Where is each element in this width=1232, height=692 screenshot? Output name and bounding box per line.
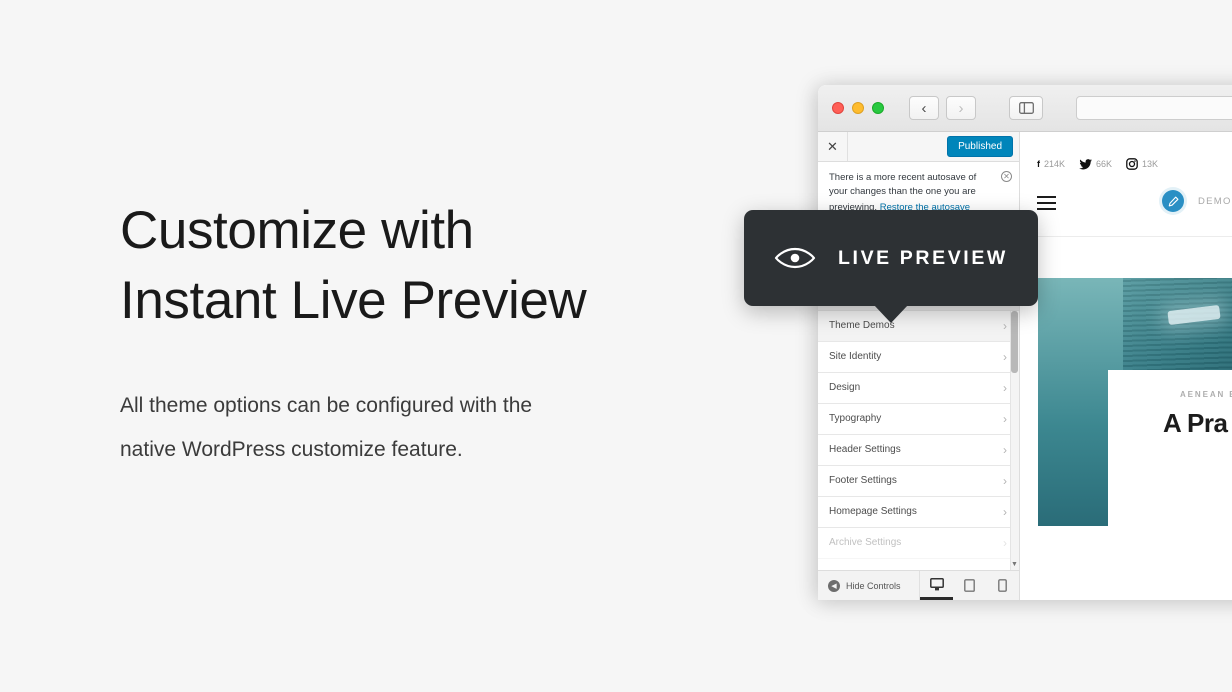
facebook-count: 214K — [1044, 159, 1066, 169]
scroll-down-icon[interactable]: ▼ — [1010, 561, 1019, 568]
instagram-icon — [1126, 158, 1138, 170]
page-subtitle: All theme options can be configured with… — [120, 394, 533, 461]
chevron-right-icon: › — [1003, 442, 1007, 457]
menu-item-homepage-settings[interactable]: Homepage Settings › — [818, 496, 1019, 528]
hero-lamp-shape — [1167, 304, 1221, 325]
menu-item-label: Homepage Settings — [829, 506, 917, 517]
site-preview-pane: f 214K 66K 13K DEMO AENEAN A Pra — [1020, 132, 1232, 600]
instagram-count: 13K — [1142, 159, 1159, 169]
forward-button[interactable]: › — [946, 96, 976, 120]
device-preview-group — [920, 571, 1019, 600]
menu-item-typography[interactable]: Typography › — [818, 403, 1019, 435]
device-tablet-button[interactable] — [953, 571, 986, 600]
menu-item-theme-demos[interactable]: Theme Demos › — [818, 310, 1019, 342]
menu-item-label: Header Settings — [829, 444, 901, 455]
social-links-row: f 214K 66K 13K — [1020, 132, 1232, 170]
tablet-icon — [964, 579, 975, 592]
menu-item-label: Footer Settings — [829, 475, 897, 486]
demo-label: DEMO — [1198, 196, 1232, 207]
chevron-right-icon: › — [1003, 535, 1007, 550]
menu-item-footer-settings[interactable]: Footer Settings › — [818, 465, 1019, 497]
page-title: Customize with Instant Live Preview — [120, 201, 587, 330]
article-title: A Pra — [1163, 408, 1228, 438]
chevron-right-icon: › — [1003, 504, 1007, 519]
mobile-icon — [998, 579, 1007, 592]
social-link-twitter[interactable]: 66K — [1079, 158, 1113, 170]
menu-item-label: Design — [829, 382, 861, 393]
hamburger-menu-icon[interactable] — [1037, 196, 1056, 214]
chevron-right-icon: › — [1003, 318, 1007, 333]
sidebar-toggle-icon[interactable] — [1009, 96, 1043, 120]
minimize-window-button[interactable] — [852, 102, 864, 114]
desktop-icon — [929, 577, 944, 590]
customizer-header: ✕ Published — [818, 132, 1019, 162]
live-preview-label: LIVE PREVIEW — [838, 246, 1008, 269]
menu-item-label: Typography — [829, 413, 882, 424]
twitter-count: 66K — [1096, 159, 1113, 169]
customizer-menu: Theme Demos › Site Identity › Design › T… — [818, 310, 1019, 570]
social-link-facebook[interactable]: f 214K — [1037, 159, 1065, 169]
navigation-buttons: ‹ › — [909, 96, 976, 120]
pencil-glyph — [1168, 196, 1178, 206]
close-customizer-icon[interactable]: ✕ — [818, 132, 848, 161]
site-navigation-row: DEMO — [1020, 170, 1232, 214]
address-bar[interactable] — [1076, 96, 1232, 120]
chevron-right-icon: › — [1003, 473, 1007, 488]
window-controls[interactable] — [832, 102, 884, 114]
social-link-instagram[interactable]: 13K — [1126, 158, 1158, 170]
facebook-icon: f — [1037, 159, 1040, 169]
chevron-right-icon: › — [1003, 380, 1007, 395]
marketing-copy: Customize with Instant Live Preview All … — [120, 196, 680, 472]
customizer-footer: ◀ Hide Controls — [818, 570, 1019, 600]
browser-titlebar: ‹ › — [818, 85, 1232, 132]
close-window-button[interactable] — [832, 102, 844, 114]
eye-icon — [774, 247, 816, 269]
menu-item-label: Site Identity — [829, 351, 882, 362]
edit-pencil-icon[interactable] — [1162, 190, 1184, 212]
menu-item-archive-settings[interactable]: Archive Settings › — [818, 527, 1019, 559]
hide-controls-label: Hide Controls — [846, 580, 901, 591]
dismiss-notice-icon[interactable]: ✕ — [1001, 171, 1012, 182]
maximize-window-button[interactable] — [872, 102, 884, 114]
scrollbar-thumb[interactable] — [1011, 310, 1018, 373]
hide-controls-button[interactable]: ◀ Hide Controls — [818, 571, 920, 600]
menu-item-header-settings[interactable]: Header Settings › — [818, 434, 1019, 466]
back-button[interactable]: ‹ — [909, 96, 939, 120]
chevron-right-icon: › — [1003, 411, 1007, 426]
menu-item-design[interactable]: Design › — [818, 372, 1019, 404]
collapse-arrow-icon: ◀ — [828, 579, 840, 592]
article-kicker: AENEAN ELEIF — [1180, 390, 1232, 399]
live-preview-tooltip: LIVE PREVIEW — [744, 210, 1038, 323]
article-card: AENEAN ELEIF A Pra — [1108, 370, 1232, 600]
device-desktop-button[interactable] — [920, 571, 953, 600]
menu-item-site-identity[interactable]: Site Identity › — [818, 341, 1019, 373]
browser-window: ‹ › ✕ Published There is a more recent a… — [818, 85, 1232, 600]
chevron-right-icon: › — [1003, 349, 1007, 364]
customizer-panel: ✕ Published There is a more recent autos… — [818, 132, 1020, 600]
twitter-icon — [1079, 158, 1093, 170]
page-root: Customize with Instant Live Preview All … — [0, 0, 1232, 692]
menu-item-label: Archive Settings — [829, 537, 902, 548]
buy-now-link[interactable]: BUY N — [1020, 237, 1232, 260]
panel-scrollbar[interactable]: ▼ — [1010, 310, 1019, 570]
customizer-body: ✕ Published There is a more recent autos… — [818, 132, 1232, 600]
publish-button[interactable]: Published — [947, 136, 1013, 157]
sidebar-glyph — [1018, 102, 1034, 114]
device-mobile-button[interactable] — [986, 571, 1019, 600]
tooltip-pointer-arrow — [874, 305, 908, 323]
